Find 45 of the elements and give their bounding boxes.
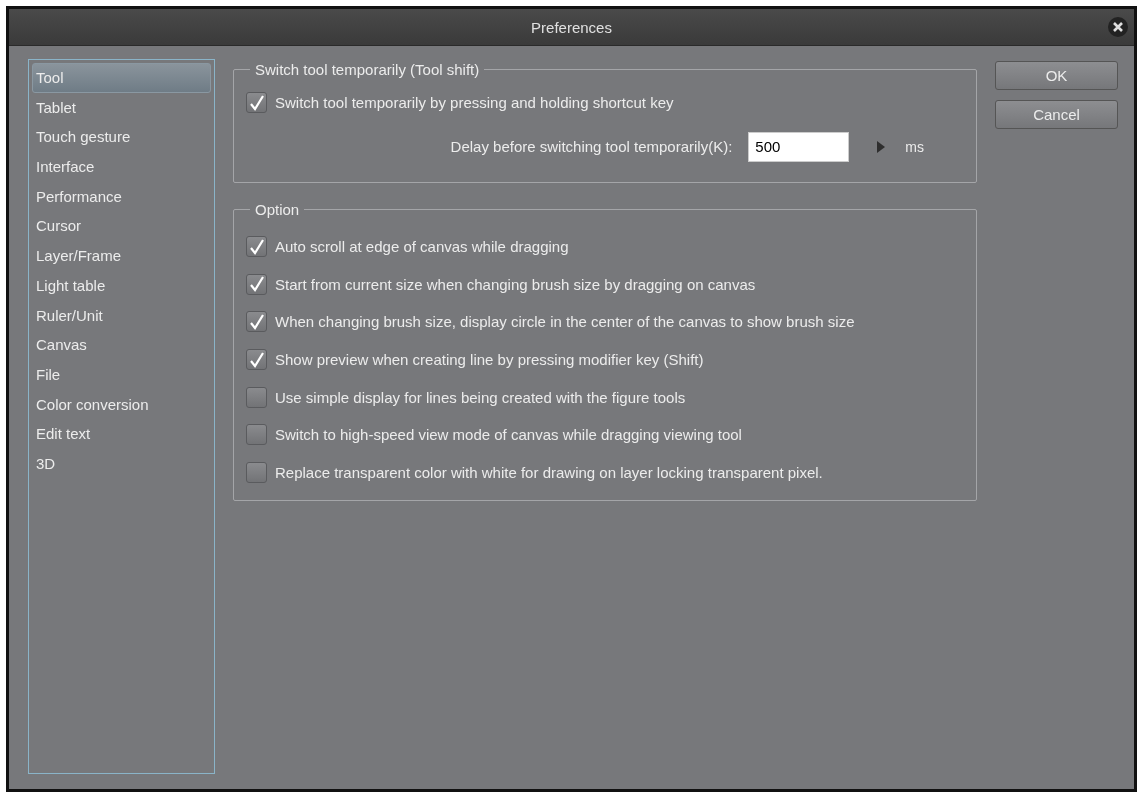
checkbox[interactable]: [246, 424, 267, 446]
category-item[interactable]: Tablet: [32, 92, 211, 123]
category-item[interactable]: Tool: [32, 63, 211, 93]
category-item[interactable]: Light table: [32, 270, 211, 301]
category-item[interactable]: Interface: [32, 152, 211, 182]
checkbox-label: When changing brush size, display circle in the center of the canvas to show brush size: [275, 313, 855, 331]
checkbox-label: Start from current size when changing brush size by dragging on canvas: [275, 275, 756, 293]
category-item[interactable]: Layer/Frame: [32, 241, 211, 271]
group-title: Switch tool temporarily (Tool shift): [254, 61, 481, 78]
checkbox-label: Use simple display for lines being created with the figure tools: [275, 388, 686, 406]
group-title: Option: [254, 200, 301, 218]
category-item[interactable]: Ruler/Unit: [32, 300, 211, 331]
checkbox-label: Switch tool temporarily by pressing and holding shortcut key: [275, 94, 674, 112]
check-icon: [248, 238, 265, 255]
checkbox[interactable]: [246, 311, 267, 333]
close-button[interactable]: [1108, 17, 1128, 37]
close-icon: [1113, 22, 1123, 32]
checkbox-label: Replace transparent color with white for drawing on layer locking transparent pixel.: [275, 464, 823, 482]
delay-label: Delay before switching tool temporarily(K):: [450, 138, 733, 156]
category-item[interactable]: File: [32, 359, 211, 390]
check-icon: [248, 351, 265, 368]
unit-label: ms: [905, 138, 924, 155]
cancel-button[interactable]: Cancel: [995, 100, 1118, 129]
category-item[interactable]: Cursor: [32, 211, 211, 242]
window-title: Preferences: [531, 18, 612, 36]
delay-field[interactable]: 500: [748, 131, 850, 162]
checkbox[interactable]: [246, 462, 267, 484]
category-item[interactable]: Touch gesture: [32, 122, 211, 153]
category-item[interactable]: Color conversion: [32, 389, 211, 420]
checkbox[interactable]: [246, 386, 267, 408]
check-icon: [248, 94, 265, 111]
ok-button[interactable]: OK: [995, 61, 1118, 90]
checkbox-label: Show preview when creating line by pressing modifier key (Shift): [275, 351, 704, 369]
checkbox-label: Switch to high-speed view mode of canvas while dragging viewing tool: [275, 426, 742, 444]
category-item[interactable]: Edit text: [32, 419, 211, 449]
category-item[interactable]: Canvas: [32, 330, 211, 360]
check-icon: [248, 276, 265, 293]
category-item[interactable]: Performance: [32, 181, 211, 212]
checkbox[interactable]: [246, 92, 267, 114]
checkbox[interactable]: [246, 236, 267, 258]
checkbox-label: Auto scroll at edge of canvas while dragging: [275, 238, 569, 256]
check-icon: [248, 313, 265, 330]
checkbox[interactable]: [246, 349, 267, 371]
category-item[interactable]: 3D: [32, 448, 211, 479]
checkbox[interactable]: [246, 273, 267, 295]
